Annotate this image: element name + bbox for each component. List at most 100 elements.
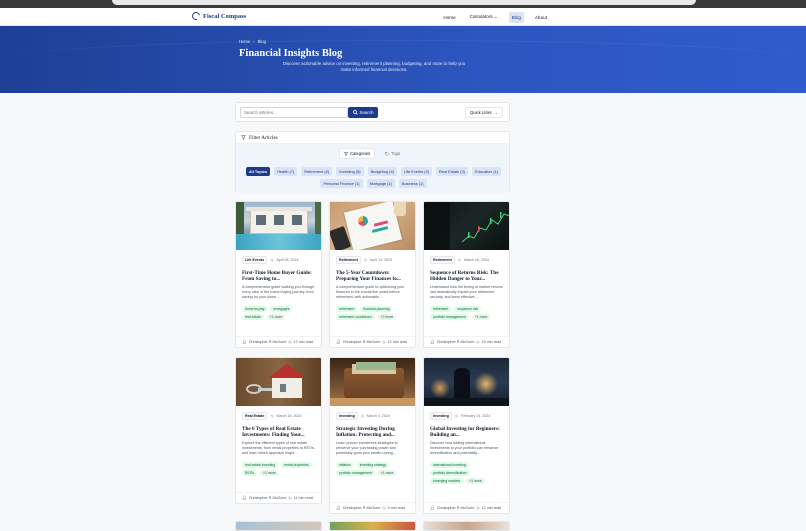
article-author: Christopher R McGuire [436, 340, 475, 344]
browser-top-strip [0, 0, 806, 8]
breadcrumb-home[interactable]: Home [239, 39, 250, 44]
nav-blog[interactable]: Blog [508, 11, 524, 23]
article-card-partial[interactable] [423, 521, 510, 531]
tag-chip[interactable]: rental properties [281, 462, 312, 468]
clock-icon: ◷ [476, 340, 480, 344]
article-card[interactable]: Real Estate ◷ March 18, 2024 The 6 Types… [235, 357, 322, 504]
article-tags: home buying mortgages real estate +1 mor… [242, 306, 315, 320]
filter-title: Filter Articles [249, 134, 278, 141]
article-card-partial[interactable] [235, 521, 322, 531]
article-card[interactable]: Investing ◷ February 24, 2024 Global Inv… [423, 357, 510, 514]
article-image-house [236, 202, 321, 250]
user-icon: 👤︎ [336, 506, 341, 510]
calendar-icon: ◷ [270, 258, 274, 262]
chip-life-events[interactable]: Life Events (3) [400, 167, 433, 176]
search-bar: Search Quick Links ⌄ [235, 102, 510, 122]
breadcrumb-current: Blog [257, 39, 266, 44]
article-excerpt: Discover how adding international invest… [430, 441, 499, 456]
tab-tags[interactable]: Tags [381, 148, 404, 159]
chip-budgeting[interactable]: Budgeting (4) [367, 167, 397, 176]
article-author: Christopher R McGuire [248, 340, 287, 344]
chip-health[interactable]: Health (7) [274, 167, 298, 176]
article-tags: international investing portfolio divers… [430, 462, 503, 484]
article-title[interactable]: First-Time Home Buyer Guide: From Saving… [242, 270, 315, 283]
article-read-time: 15 min read [481, 340, 502, 344]
tag-chip[interactable]: portfolio diversification [430, 470, 470, 476]
tag-more[interactable]: +1 more [377, 470, 397, 476]
filter-header: Filter Articles [236, 132, 509, 144]
article-footer: 👤︎ Christopher R McGuire ◷ 11 min read [236, 492, 321, 503]
category-badge[interactable]: Investing [336, 412, 358, 420]
tag-chip[interactable]: financial planning [360, 306, 393, 312]
article-title[interactable]: The 6 Types of Real Estate Investments: … [242, 426, 315, 439]
tag-chip[interactable]: sequence risk [454, 306, 482, 312]
nav-home[interactable]: Home [440, 12, 458, 23]
tag-more[interactable]: +1 more [471, 314, 491, 320]
article-title[interactable]: The 5-Year Countdown: Preparing Your Fin… [336, 270, 409, 283]
user-icon: 👤︎ [336, 340, 341, 344]
article-excerpt: Learn proven investment strategies to pr… [336, 441, 398, 456]
tag-chip[interactable]: retirement [430, 306, 452, 312]
article-excerpt: Understand how the timing of market retu… [430, 285, 503, 300]
chip-investing[interactable]: Investing (5) [336, 167, 364, 176]
brand-logo[interactable]: Fiscal Compass [190, 10, 246, 22]
user-icon: 👤︎ [430, 340, 435, 344]
calendar-icon: ◷ [457, 258, 461, 262]
tag-chip[interactable]: emerging markets [430, 478, 464, 484]
article-image-market-chart [424, 202, 509, 250]
filter-icon [344, 151, 348, 156]
chip-personal-finance[interactable]: Personal Finance (1) [320, 179, 363, 188]
page-subtitle: Discover actionable advice on investing,… [282, 61, 466, 72]
article-card[interactable]: Life Events ◷ April 28, 2024 First-Time … [235, 201, 322, 348]
tag-more[interactable]: +1 more [260, 470, 279, 476]
article-author: Christopher R McGuire [342, 340, 381, 344]
tag-more[interactable]: +1 more [266, 314, 286, 320]
tag-chip[interactable]: portfolio management [336, 470, 375, 476]
user-icon: 👤︎ [242, 496, 247, 500]
article-card-partial[interactable] [329, 521, 416, 531]
tag-chip[interactable]: investing strategy [356, 462, 390, 468]
tag-more[interactable]: +2 more [377, 314, 397, 320]
user-icon: 👤︎ [430, 506, 435, 510]
tag-more[interactable]: +1 more [466, 478, 485, 484]
chip-mortgage[interactable]: Mortgage (1) [366, 179, 395, 188]
quick-links-button[interactable]: Quick Links ⌄ [465, 107, 503, 118]
nav-calculators[interactable]: Calculators ⌄ [467, 11, 501, 23]
nav-about[interactable]: About [532, 12, 550, 23]
tag-chip[interactable]: real estate [242, 314, 264, 320]
tag-chip[interactable]: retirement countdown [336, 314, 375, 320]
category-badge[interactable]: Life Events [242, 256, 268, 264]
tag-chip[interactable]: retirement [336, 306, 358, 312]
article-card[interactable]: Retirement ◷ March 18, 2024 Sequence of … [423, 201, 510, 348]
search-button[interactable]: Search [348, 107, 378, 118]
tag-icon [385, 151, 390, 156]
article-title[interactable]: Global Investing for Beginners: Building… [430, 426, 503, 439]
chip-education[interactable]: Education (1) [471, 167, 502, 176]
chip-all-topics[interactable]: All Topics [245, 167, 271, 176]
category-badge[interactable]: Real Estate [242, 412, 268, 420]
tab-categories[interactable]: Categories [339, 148, 376, 159]
article-card[interactable]: Retirement ◷ April 14, 2024 The 5-Year C… [329, 201, 416, 348]
tag-chip[interactable]: mortgages [270, 306, 293, 312]
tag-chip[interactable]: home buying [242, 306, 268, 312]
article-excerpt: Explore the different types of real esta… [242, 441, 315, 456]
search-input[interactable] [240, 107, 348, 118]
article-card[interactable]: Investing ◷ March 4, 2024 Strategic Inve… [329, 357, 416, 514]
tag-chip[interactable]: inflation [336, 462, 354, 468]
chip-business[interactable]: Business (1) [398, 179, 427, 188]
article-title[interactable]: Strategic Investing During Inflation: Pr… [336, 426, 409, 439]
article-footer: 👤︎ Christopher R McGuire ◷ 12 min read [424, 502, 509, 513]
article-image-wallet [330, 358, 415, 406]
category-badge[interactable]: Retirement [336, 256, 361, 264]
tag-chip[interactable]: REITs [242, 470, 258, 476]
article-title[interactable]: Sequence of Returns Risk: The Hidden Dan… [430, 270, 503, 283]
tag-chip[interactable]: portfolio management [430, 314, 469, 320]
tag-chip[interactable]: real estate investing [242, 462, 279, 468]
article-read-time: 12 min read [293, 340, 314, 344]
chip-retirement[interactable]: Retirement (5) [301, 167, 333, 176]
tag-chip[interactable]: international investing [430, 462, 469, 468]
chip-real-estate[interactable]: Real Estate (3) [436, 167, 468, 176]
category-badge[interactable]: Retirement [430, 256, 455, 264]
article-excerpt: A comprehensive guide to optimizing your… [336, 285, 405, 300]
category-badge[interactable]: Investing [430, 412, 452, 420]
